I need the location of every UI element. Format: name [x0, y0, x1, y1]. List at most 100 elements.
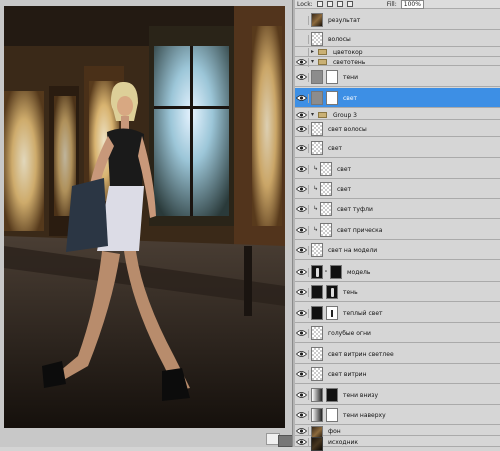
- layer-mask-thumbnail[interactable]: [326, 70, 338, 84]
- fill-input[interactable]: 100%: [400, 0, 424, 9]
- clipping-arrow-icon: ↳: [313, 185, 319, 192]
- layer-name: светотень: [333, 58, 366, 66]
- layer-row[interactable]: ▸ цветокор: [295, 47, 500, 57]
- layer-row[interactable]: тени наверху: [295, 405, 500, 425]
- layer-row[interactable]: ↳ свет: [295, 159, 500, 179]
- visibility-eye-icon[interactable]: [296, 93, 309, 103]
- visibility-eye-icon[interactable]: [296, 58, 309, 67]
- layer-row[interactable]: ▾ Group 3: [295, 110, 500, 120]
- expand-chevron-icon[interactable]: ▾: [311, 111, 314, 118]
- lock-all-icon[interactable]: [346, 1, 353, 7]
- layer-mask-thumbnail[interactable]: [326, 388, 338, 402]
- layer-mask-thumbnail[interactable]: [326, 91, 338, 105]
- layer-row[interactable]: тени внизу: [295, 385, 500, 405]
- lock-position-icon[interactable]: [336, 1, 343, 7]
- visibility-eye-icon[interactable]: [296, 164, 309, 174]
- layer-thumbnail[interactable]: [311, 32, 323, 46]
- layer-thumbnail[interactable]: [311, 306, 323, 320]
- layer-mask-thumbnail[interactable]: [326, 408, 338, 422]
- adjustment-thumbnail[interactable]: [311, 388, 323, 402]
- layer-row[interactable]: ↳ свет туфли: [295, 199, 500, 219]
- layer-row[interactable]: теплый свет: [295, 303, 500, 323]
- document-canvas[interactable]: [4, 6, 285, 428]
- layer-row[interactable]: свет на модели: [295, 240, 500, 260]
- mask-link-icon[interactable]: ∘: [324, 268, 328, 275]
- visibility-eye-icon[interactable]: [296, 110, 309, 120]
- layer-name: волосы: [328, 35, 351, 43]
- layer-mask-thumbnail[interactable]: [326, 285, 338, 299]
- layer-row[interactable]: исходник: [295, 437, 500, 451]
- layer-thumbnail[interactable]: [311, 13, 323, 27]
- layer-name: фон: [328, 427, 341, 435]
- layer-thumbnail[interactable]: [311, 437, 323, 451]
- layer-row[interactable]: волосы: [295, 31, 500, 47]
- layer-row[interactable]: свет витрин светлее: [295, 344, 500, 364]
- visibility-eye-icon[interactable]: [296, 34, 309, 44]
- layer-thumbnail[interactable]: [311, 347, 323, 361]
- adjustment-thumbnail[interactable]: [311, 70, 323, 84]
- visibility-eye-icon[interactable]: [296, 184, 309, 194]
- layer-row[interactable]: тень: [295, 282, 500, 302]
- visibility-eye-icon[interactable]: [296, 47, 309, 57]
- layer-thumbnail[interactable]: [311, 326, 323, 340]
- visibility-eye-icon[interactable]: [296, 204, 309, 214]
- layer-row[interactable]: тени: [295, 67, 500, 87]
- layer-name: свет: [328, 144, 343, 152]
- layer-row[interactable]: свет: [295, 138, 500, 158]
- layer-row[interactable]: свет: [295, 88, 500, 108]
- layer-name: тени наверху: [343, 411, 386, 419]
- layer-name: свет: [337, 185, 352, 193]
- layer-thumbnail[interactable]: [311, 285, 323, 299]
- visibility-eye-icon[interactable]: [296, 15, 309, 25]
- layer-row[interactable]: ▾ светотень: [295, 58, 500, 67]
- visibility-eye-icon[interactable]: [296, 426, 309, 436]
- layer-row[interactable]: фон: [295, 426, 500, 440]
- layer-row[interactable]: ↳ свет прическа: [295, 220, 500, 240]
- visibility-eye-icon[interactable]: [296, 245, 309, 255]
- visibility-eye-icon[interactable]: [296, 287, 309, 297]
- layer-thumbnail[interactable]: [320, 223, 332, 237]
- layer-row[interactable]: свет волосы: [295, 121, 500, 137]
- adjustment-thumbnail[interactable]: [311, 408, 323, 422]
- layer-name: цветокор: [333, 48, 363, 56]
- lock-transparent-icon[interactable]: [316, 1, 323, 7]
- visibility-eye-icon[interactable]: [296, 72, 309, 82]
- layers-panel: Lock: Fill: 100% результат волосы ▸ цветоко…: [295, 0, 500, 451]
- visibility-eye-icon[interactable]: [296, 437, 309, 447]
- visibility-eye-icon[interactable]: [296, 369, 309, 379]
- layer-row[interactable]: ↳ свет: [295, 179, 500, 199]
- layer-name: результат: [328, 16, 361, 24]
- layer-name: свет: [337, 165, 352, 173]
- layer-row[interactable]: голубые огни: [295, 323, 500, 343]
- layer-name: свет туфли: [337, 205, 373, 213]
- visibility-eye-icon[interactable]: [296, 225, 309, 235]
- layer-mask-thumbnail[interactable]: [330, 265, 342, 279]
- layer-thumbnail[interactable]: [320, 202, 332, 216]
- visibility-eye-icon[interactable]: [296, 328, 309, 338]
- layer-thumbnail[interactable]: [311, 122, 323, 136]
- folder-icon: [318, 49, 327, 55]
- lock-image-icon[interactable]: [326, 1, 333, 7]
- layer-row[interactable]: свет витрин: [295, 364, 500, 384]
- layer-thumbnail[interactable]: [311, 141, 323, 155]
- layer-thumbnail[interactable]: [311, 243, 323, 257]
- layer-mask-thumbnail[interactable]: [326, 306, 338, 320]
- layers-toolbar: Lock: Fill: 100%: [295, 0, 500, 9]
- visibility-eye-icon[interactable]: [296, 390, 309, 400]
- visibility-eye-icon[interactable]: [296, 124, 309, 134]
- layer-thumbnail[interactable]: [311, 367, 323, 381]
- expand-chevron-icon[interactable]: ▾: [311, 58, 314, 65]
- visibility-eye-icon[interactable]: [296, 308, 309, 318]
- layer-row[interactable]: результат: [295, 10, 500, 30]
- layer-thumbnail[interactable]: [320, 162, 332, 176]
- layer-thumbnail[interactable]: [320, 182, 332, 196]
- visibility-eye-icon[interactable]: [296, 410, 309, 420]
- layer-thumbnail[interactable]: [311, 265, 323, 279]
- visibility-eye-icon[interactable]: [296, 143, 309, 153]
- layer-row[interactable]: ∘ модель: [295, 262, 500, 282]
- adjustment-thumbnail[interactable]: [311, 91, 323, 105]
- expand-chevron-icon[interactable]: ▸: [311, 48, 314, 55]
- visibility-eye-icon[interactable]: [296, 267, 309, 277]
- visibility-eye-icon[interactable]: [296, 349, 309, 359]
- layer-name: модель: [347, 268, 371, 276]
